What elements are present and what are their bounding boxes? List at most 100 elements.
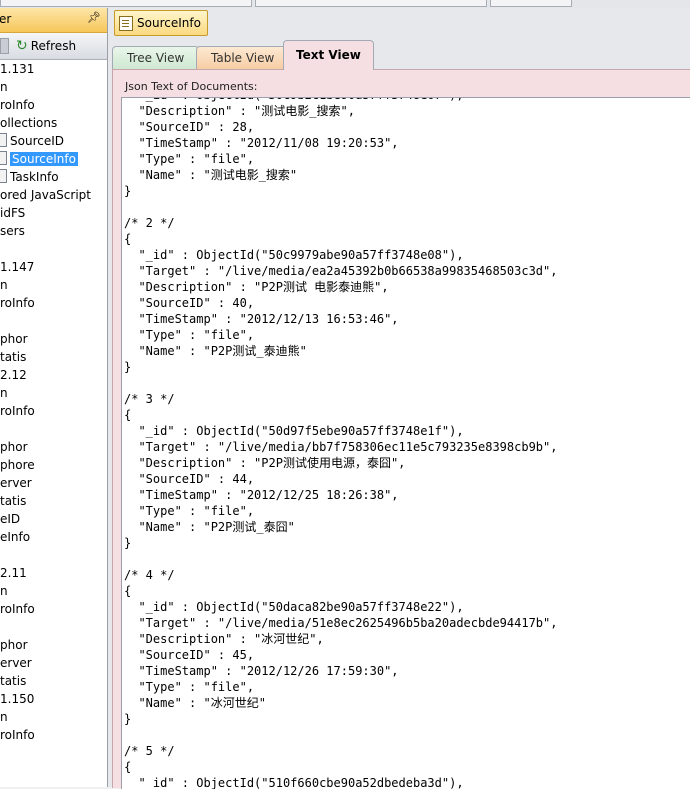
tree-node[interactable]: erver [0, 474, 32, 492]
json-line [124, 727, 557, 743]
tree-node[interactable]: eID [0, 510, 20, 528]
tree-node-label: roInfo [0, 296, 35, 310]
tree-node[interactable]: SourceInfo [0, 150, 78, 168]
tree-node-label: sers [0, 224, 25, 238]
tree-node[interactable]: idFS [0, 204, 25, 222]
tree-node[interactable]: 2.12 [0, 366, 27, 384]
tree-node-label: ored JavaScript [0, 188, 91, 202]
toolbar-grip[interactable] [0, 38, 9, 54]
tree-node-label: SourceInfo [10, 152, 78, 166]
tree-node[interactable]: tatis [0, 672, 26, 690]
tree-node-label: roInfo [0, 602, 35, 616]
tab-tree-view[interactable]: Tree View [112, 46, 200, 69]
tree-node-label: idFS [0, 206, 26, 220]
tree-node-label: tatis [0, 350, 27, 364]
collection-icon [0, 133, 7, 147]
json-line: { [124, 408, 132, 422]
refresh-button[interactable]: ↻ Refresh [12, 36, 80, 56]
tree-node[interactable]: SourceID [0, 132, 64, 150]
top-tab-stub[interactable] [490, 0, 572, 7]
tree-node[interactable]: 1.147 [0, 258, 34, 276]
refresh-label: Refresh [30, 39, 77, 53]
tree-node-label: roInfo [0, 728, 35, 742]
json-line: "Type" : "file", [124, 504, 255, 518]
tree-node-label: phor [0, 332, 28, 346]
tree-node-label: roInfo [0, 98, 35, 112]
tree-node[interactable]: sers [0, 222, 25, 240]
top-tab-stub[interactable] [255, 0, 487, 7]
json-line: "TimeStamp" : "2012/12/26 17:59:30", [124, 664, 399, 678]
json-line: { [124, 232, 132, 246]
tree-node[interactable]: eInfo [0, 528, 30, 546]
tree-node[interactable]: tatis [0, 348, 26, 366]
top-tab-stub[interactable] [0, 0, 252, 7]
tree-node-label: 2.12 [0, 368, 27, 382]
tree-node-label: phor [0, 638, 28, 652]
tree-node[interactable]: roInfo [0, 726, 35, 744]
explorer-title: er [0, 12, 12, 26]
json-line: "Target" : "/live/media/ea2a45392b0b6653… [124, 264, 558, 278]
tree-node[interactable]: n [0, 276, 8, 294]
json-line: } [124, 184, 132, 198]
tree-node[interactable]: tatis [0, 492, 26, 510]
tree-node-label: n [0, 584, 8, 598]
json-line: { [124, 584, 132, 598]
json-line: /* 2 */ [124, 216, 175, 230]
json-line: "TimeStamp" : "2012/11/08 19:20:53", [124, 136, 399, 150]
json-line: "TimeStamp" : "2012/12/13 16:53:46", [124, 312, 399, 326]
text-view-panel: Json Text of Documents: "_id" : ObjectId… [112, 69, 690, 789]
tree-node[interactable]: TaskInfo [0, 168, 59, 186]
json-line: } [124, 712, 132, 726]
explorer-toolbar: ↻ Refresh [0, 33, 107, 60]
tree-node[interactable]: roInfo [0, 600, 35, 618]
tree-node[interactable]: n [0, 78, 8, 96]
tree-node[interactable]: 2.11 [0, 564, 27, 582]
tree-node[interactable]: n [0, 708, 8, 726]
json-line: "Target" : "/live/media/bb7f758306ec11e5… [124, 440, 558, 454]
tree-node-label: eInfo [0, 530, 31, 544]
tree-node[interactable]: phor [0, 330, 28, 348]
tree-node[interactable]: 1.150 [0, 690, 34, 708]
json-text-area[interactable]: "_id" : ObjectId("50c9b2c1be90a57ff3748e… [121, 97, 690, 789]
tab-text-view[interactable]: Text View [283, 40, 374, 70]
tree-node-label: n [0, 278, 8, 292]
json-line: "SourceID" : 40, [124, 296, 255, 310]
tree-node-label: erver [0, 656, 32, 670]
tree-node[interactable]: erver [0, 654, 32, 672]
json-line [124, 375, 557, 391]
json-line: "Name" : "冰河世纪" [124, 696, 266, 710]
document-icon [119, 15, 133, 31]
tree-node[interactable]: phor [0, 636, 28, 654]
pin-icon[interactable]: 📌︎ [87, 11, 101, 24]
explorer-panel: er 📌︎ ↻ Refresh 1.131 n roInfo ollections So… [0, 8, 108, 787]
tab-table-view[interactable]: Table View [196, 46, 290, 69]
tree-node-label: 2.11 [0, 566, 27, 580]
collection-document-button[interactable]: SourceInfo [114, 10, 208, 36]
json-line: "_id" : ObjectId("50daca82be90a57ff3748e… [124, 600, 464, 614]
tree-node-label: n [0, 386, 8, 400]
tree-node-label: TaskInfo [10, 170, 59, 184]
view-tabs: Tree View Table View Text View [108, 40, 690, 70]
tree-node-label: n [0, 80, 8, 94]
tree-node[interactable]: n [0, 384, 8, 402]
tree-node[interactable]: phor [0, 438, 28, 456]
json-line: "Type" : "file", [124, 152, 255, 166]
tree-node[interactable]: ored JavaScript [0, 186, 91, 204]
tree-node-label: ollections [0, 116, 58, 130]
json-line: /* 4 */ [124, 568, 175, 582]
tree-node[interactable]: roInfo [0, 96, 35, 114]
json-line: "Description" : "冰河世纪", [124, 632, 324, 646]
tree-node[interactable]: 1.131 [0, 60, 34, 78]
tree-node[interactable]: roInfo [0, 294, 35, 312]
json-line: "Description" : "P2P测试使用电源，泰囧", [124, 456, 406, 470]
tree-node-label: tatis [0, 494, 27, 508]
tree-node[interactable]: phore [0, 456, 35, 474]
tree-node-label: roInfo [0, 404, 35, 418]
json-line: "Description" : "P2P测试 电影泰迪熊", [124, 280, 389, 294]
tree-node[interactable]: roInfo [0, 402, 35, 420]
json-line: "SourceID" : 28, [124, 120, 255, 134]
json-line: "Description" : "测试电影_搜索", [124, 104, 355, 118]
json-line: "_id" : ObjectId("50d97f5ebe90a57ff3748e… [124, 424, 464, 438]
tree-node[interactable]: ollections [0, 114, 57, 132]
tree-node[interactable]: n [0, 582, 8, 600]
